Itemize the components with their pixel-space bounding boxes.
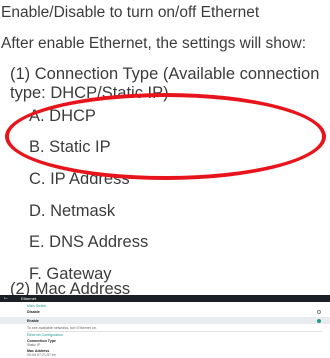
option-netmask: D. Netmask (29, 202, 116, 220)
highlight-oval (5, 93, 326, 180)
separator (27, 331, 322, 332)
connection-type-value: Static IP (27, 343, 41, 347)
settings-title: Ethernet (21, 296, 37, 301)
ethernet-config-heading: Ethernet Configuration (27, 333, 63, 337)
ethernet-hint: To see available networks, turn Ethernet… (27, 326, 97, 330)
arrow-left-icon[interactable]: ← (3, 294, 9, 302)
main-switch-label: Main Switch (27, 304, 47, 308)
intro-line-2: After enable Ethernet, the settings will… (1, 35, 306, 52)
settings-title-bar: ← Ethernet (0, 295, 330, 302)
enable-row[interactable]: Enable (0, 317, 330, 324)
enable-radio[interactable] (317, 318, 321, 323)
enable-option: Enable (27, 318, 39, 323)
option-dns-address: E. DNS Address (29, 233, 149, 251)
disable-radio[interactable] (317, 310, 321, 314)
intro-line-1: Enable/Disable to turn on/off Ethernet (1, 4, 260, 21)
disable-option[interactable]: Disable (27, 310, 40, 314)
ethernet-settings-screenshot: ← Ethernet Main Switch Disable Enable To… (0, 295, 330, 358)
mac-address-value: 00:04:07:21:57:ee (27, 353, 56, 357)
